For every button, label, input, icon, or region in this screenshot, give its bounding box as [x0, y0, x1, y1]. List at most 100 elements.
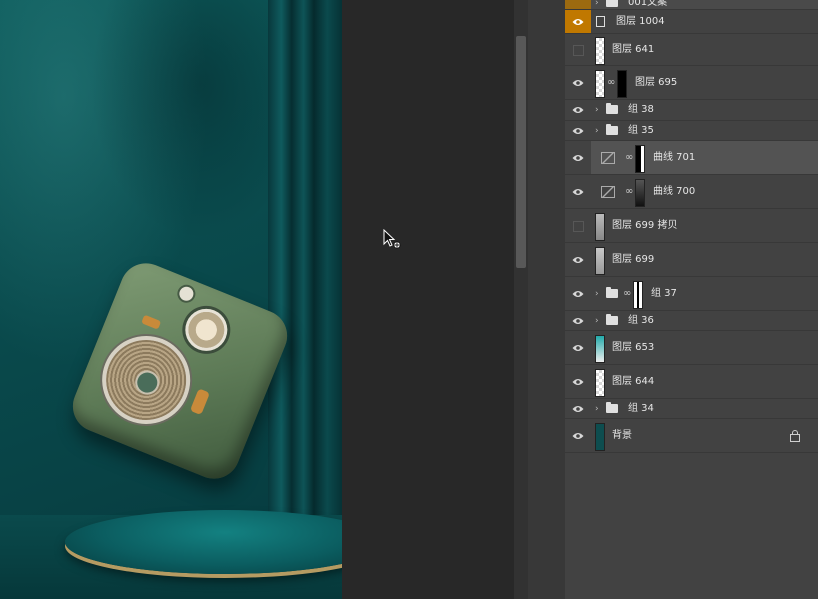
layer-row[interactable]: 图层 653	[565, 331, 818, 365]
layer-name: 图层 644	[612, 375, 655, 387]
curves-adjustment-icon	[601, 151, 615, 164]
chevron-right-icon[interactable]: ›	[595, 316, 599, 326]
layer-name: 组 37	[651, 287, 677, 299]
visibility-toggle[interactable]	[565, 0, 591, 9]
visibility-toggle[interactable]	[565, 121, 591, 140]
layer-name: 图层 641	[612, 43, 655, 55]
folder-icon	[606, 0, 618, 7]
eye-icon	[572, 256, 584, 263]
layer-mask-thumbnail[interactable]	[635, 178, 645, 207]
chevron-right-icon[interactable]: ›	[595, 126, 599, 136]
layer-row[interactable]: 图层 644	[565, 365, 818, 399]
layer-name: 图层 695	[635, 76, 678, 88]
visibility-toggle[interactable]	[565, 365, 591, 398]
visibility-toggle[interactable]	[565, 243, 591, 276]
side-button	[189, 388, 211, 416]
layer-thumbnail	[595, 212, 605, 241]
smart-object-icon	[596, 15, 605, 27]
layer-name: 组 38	[628, 104, 654, 115]
curtain	[268, 0, 342, 520]
visibility-toggle[interactable]	[565, 175, 591, 208]
move-cursor-icon	[383, 229, 401, 249]
eye-icon	[572, 107, 584, 113]
visibility-toggle[interactable]	[565, 141, 591, 174]
layer-row[interactable]: › 组 38	[565, 100, 818, 121]
layers-panel: › 001文案 图层 1004 图层 641 ∞ 图层 695 › 组 38 ›…	[565, 0, 818, 599]
eye-icon	[572, 18, 584, 25]
chain-link-icon[interactable]: ∞	[625, 186, 633, 197]
chain-link-icon[interactable]: ∞	[607, 77, 615, 88]
eye-icon	[572, 432, 584, 439]
layer-mask-thumbnail[interactable]	[635, 144, 645, 173]
scrollbar-thumb[interactable]	[516, 36, 526, 268]
layer-row[interactable]: 图层 699 拷贝	[565, 209, 818, 243]
layer-row[interactable]: › 组 36	[565, 311, 818, 331]
chevron-right-icon[interactable]: ›	[595, 289, 599, 299]
layer-mask-thumbnail[interactable]	[617, 69, 627, 98]
layer-thumbnail	[595, 334, 605, 363]
layer-row[interactable]: 背景	[565, 419, 818, 453]
eye-icon	[572, 317, 584, 324]
layer-row[interactable]: ∞ 曲线 700	[565, 175, 818, 209]
layer-row[interactable]: 图层 641	[565, 34, 818, 66]
layer-name: 组 35	[628, 124, 654, 136]
eye-icon	[572, 344, 584, 351]
eye-icon	[572, 188, 584, 195]
visibility-toggle[interactable]	[565, 10, 591, 33]
document-canvas[interactable]	[0, 0, 342, 599]
eye-icon	[572, 154, 584, 161]
folder-icon	[606, 123, 618, 135]
layer-mask-thumbnail[interactable]	[633, 280, 643, 309]
layer-name: 曲线 701	[653, 151, 696, 163]
chevron-right-icon[interactable]: ›	[595, 0, 599, 8]
visibility-toggle[interactable]	[565, 331, 591, 364]
layer-name: 曲线 700	[653, 185, 696, 197]
folder-icon	[606, 401, 618, 413]
top-knob	[174, 282, 199, 306]
workspace-pasteboard	[342, 0, 514, 599]
eye-icon	[572, 290, 584, 297]
chevron-right-icon[interactable]: ›	[595, 105, 599, 115]
layer-row-selected[interactable]: ∞ 曲线 701	[565, 141, 818, 175]
layer-row[interactable]: ∞ 图层 695	[565, 66, 818, 100]
chevron-right-icon[interactable]: ›	[595, 404, 599, 414]
folder-icon	[606, 313, 618, 325]
layer-name: 001文案	[628, 0, 668, 8]
layer-name: 背景	[612, 429, 632, 441]
eye-icon	[572, 79, 584, 86]
layer-row[interactable]: › 组 34	[565, 399, 818, 419]
eye-icon	[572, 127, 584, 134]
layer-row[interactable]: 图层 1004	[565, 10, 818, 34]
speaker-grille	[88, 322, 204, 438]
eye-icon	[572, 378, 584, 385]
lock-icon[interactable]	[790, 429, 800, 442]
layer-name: 图层 699	[612, 253, 655, 265]
layer-thumbnail	[595, 36, 605, 65]
visibility-toggle[interactable]	[565, 100, 591, 120]
panel-divider	[528, 0, 565, 599]
hidden-icon	[573, 44, 584, 56]
layer-name: 组 36	[628, 314, 654, 326]
visibility-toggle[interactable]	[565, 277, 591, 310]
layer-row[interactable]: › ∞ 组 37	[565, 277, 818, 311]
visibility-toggle[interactable]	[565, 209, 591, 242]
visibility-toggle[interactable]	[565, 311, 591, 330]
chain-link-icon[interactable]: ∞	[623, 288, 631, 299]
layer-row[interactable]: › 001文案	[565, 0, 818, 10]
layer-name: 图层 1004	[616, 15, 665, 27]
eye-icon	[572, 405, 584, 412]
visibility-toggle[interactable]	[565, 399, 591, 418]
layer-row[interactable]: › 组 35	[565, 121, 818, 141]
layer-thumbnail	[595, 368, 605, 397]
layer-row[interactable]: 图层 699	[565, 243, 818, 277]
visibility-toggle[interactable]	[565, 419, 591, 452]
layers-empty-area	[565, 453, 818, 599]
visibility-toggle[interactable]	[565, 34, 591, 65]
folder-icon	[606, 286, 618, 298]
visibility-toggle[interactable]	[565, 66, 591, 99]
layer-name: 图层 653	[612, 341, 655, 353]
folder-icon	[606, 103, 618, 114]
layer-thumbnail	[595, 422, 605, 451]
layer-name: 图层 699 拷贝	[612, 219, 678, 231]
chain-link-icon[interactable]: ∞	[625, 152, 633, 163]
